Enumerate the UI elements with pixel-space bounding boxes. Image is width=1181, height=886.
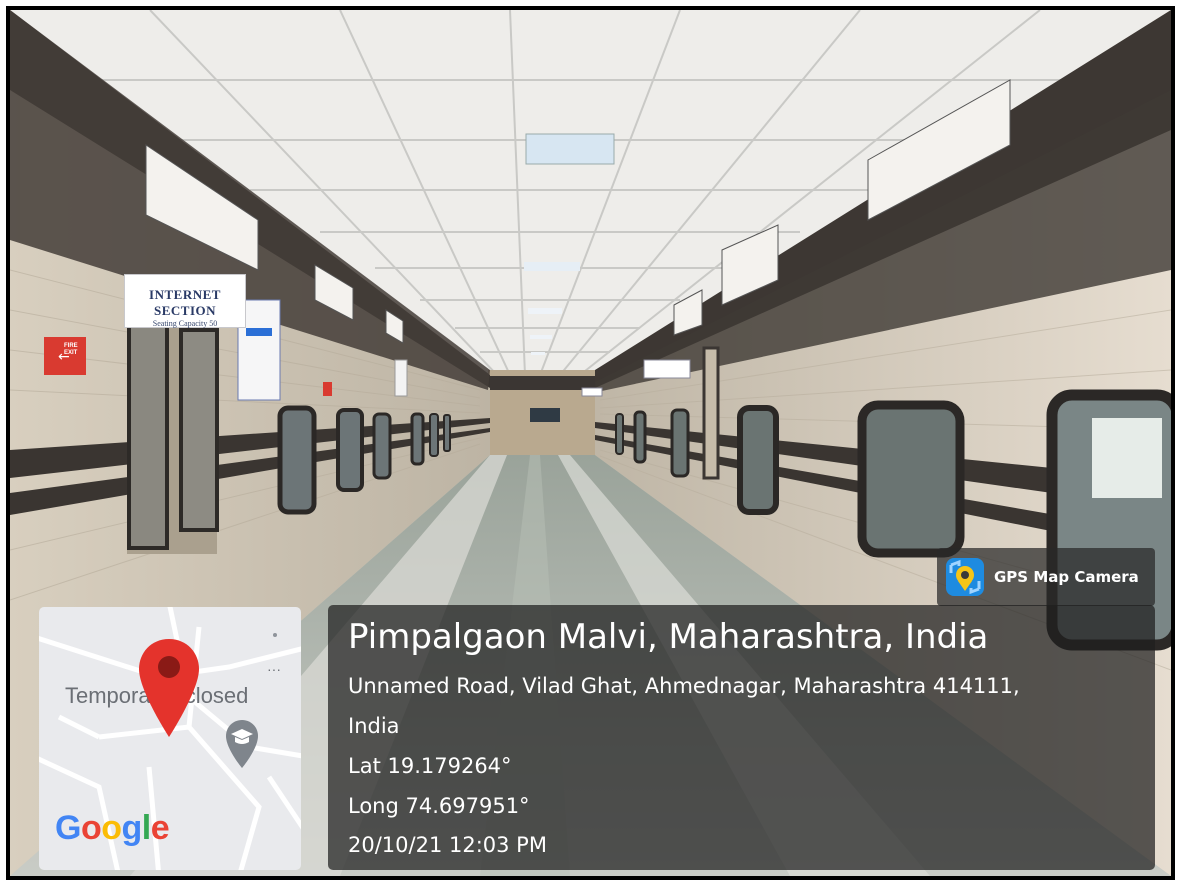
- left-window: [410, 412, 425, 466]
- map-thumbnail: Temporarily closed ··· Google: [39, 607, 301, 870]
- gps-map-camera-badge: GPS Map Camera: [937, 548, 1155, 606]
- internet-section-sign: INTERNET SECTION Seating Capacity 50: [124, 274, 246, 328]
- photo-frame: ← INTERNET SECTION Seating Capacity 50 F…: [6, 6, 1175, 880]
- ceiling-light: [531, 352, 545, 355]
- latitude: Lat 19.179264°: [348, 754, 512, 778]
- datetime: 20/10/21 12:03 PM: [348, 833, 547, 857]
- right-window: [615, 413, 624, 455]
- right-door: [702, 346, 720, 480]
- fire-exit-sign: [323, 382, 332, 396]
- right-section-sign: [643, 359, 691, 379]
- location-info-panel: Pimpalgaon Malvi, Maharashtra, India Unn…: [328, 605, 1155, 870]
- left-window: [336, 408, 364, 492]
- location-title: Pimpalgaon Malvi, Maharashtra, India: [348, 617, 989, 657]
- right-window: [670, 408, 690, 478]
- address-line-2: India: [348, 714, 400, 738]
- right-window: [633, 410, 647, 464]
- ceiling-light: [528, 308, 562, 314]
- address-line-1: Unnamed Road, Vilad Ghat, Ahmednagar, Ma…: [348, 674, 1020, 698]
- longitude: Long 74.697951°: [348, 794, 530, 818]
- notice-poster: [394, 359, 408, 397]
- internet-section-title: INTERNET SECTION: [149, 287, 221, 318]
- internet-section-subtitle: Seating Capacity 50: [152, 319, 218, 328]
- left-window: [277, 405, 317, 515]
- gps-map-camera-icon: [946, 558, 984, 596]
- left-window: [443, 414, 451, 452]
- ceiling-light: [525, 133, 615, 165]
- left-window: [372, 412, 392, 480]
- ceiling-light: [530, 335, 552, 339]
- right-window: [857, 400, 965, 558]
- right-section-sign: [581, 387, 603, 397]
- corridor-photo: ← INTERNET SECTION Seating Capacity 50 F…: [10, 10, 1171, 876]
- fire-exit-label: FIRE EXIT: [64, 343, 78, 356]
- google-logo: Google: [55, 809, 170, 847]
- ceiling-light: [524, 262, 580, 271]
- left-window: [429, 413, 439, 457]
- gps-map-camera-label: GPS Map Camera: [994, 568, 1139, 586]
- right-window: [737, 405, 779, 515]
- education-place-icon: [226, 720, 258, 768]
- more-icon: ···: [267, 661, 281, 677]
- map-pin-icon: [139, 639, 199, 737]
